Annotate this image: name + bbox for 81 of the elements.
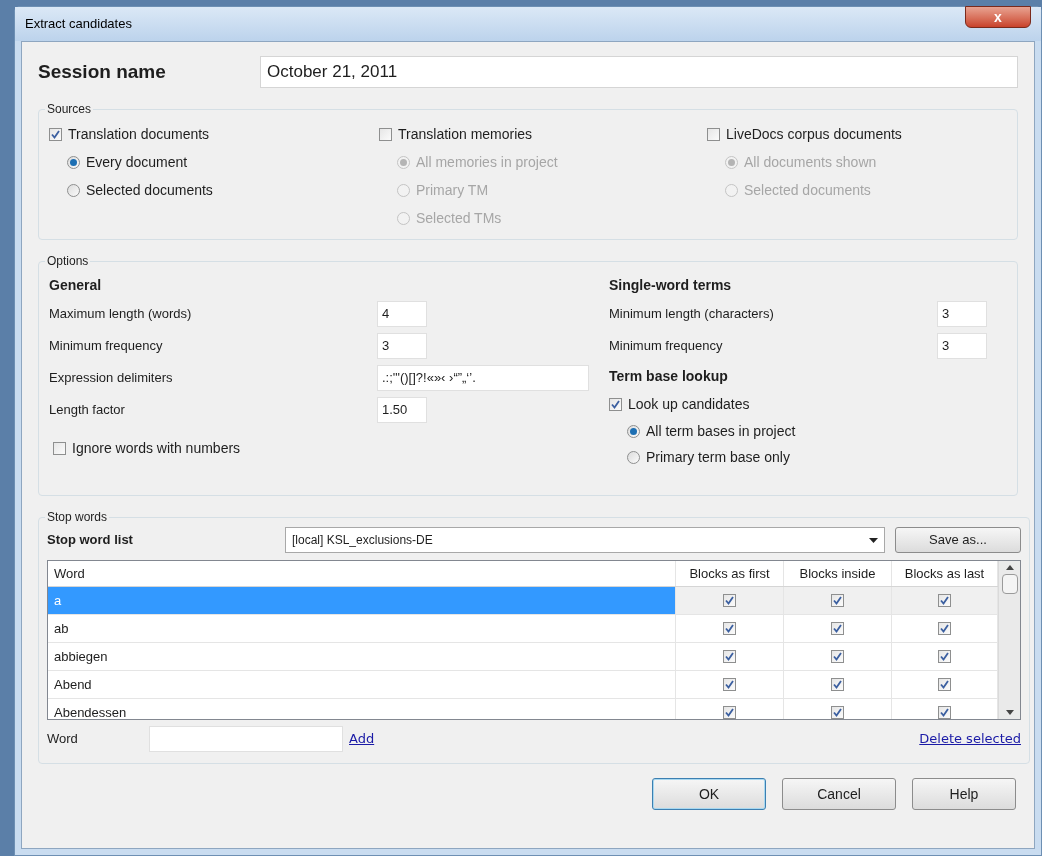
section-heading: General	[49, 275, 103, 295]
radio-button[interactable]	[67, 183, 80, 197]
stop-word-list-label: Stop word list	[47, 531, 134, 550]
caret-icon	[869, 537, 878, 543]
radio-label: Primary TM	[416, 180, 489, 200]
word-field[interactable]	[149, 726, 343, 752]
field-label: Expression delimiters	[49, 369, 174, 388]
scroll-thumb[interactable]	[1001, 574, 1018, 594]
checkbox-label: Translation memories	[398, 124, 533, 144]
table-cell: ab	[48, 615, 676, 643]
field-label: Maximum length (words)	[49, 305, 193, 324]
checkbox[interactable]	[938, 622, 951, 636]
section-heading: Term base lookup	[609, 366, 729, 386]
table-cell: Abend	[48, 671, 676, 699]
checkbox[interactable]	[49, 127, 62, 141]
delete-selected-link[interactable]: Delete selected	[919, 729, 1021, 749]
field-label: Minimum frequency	[49, 337, 164, 356]
text-field[interactable]: .:;'"()[]?!«»‹ ›“”„‘’.	[377, 365, 589, 391]
checkbox[interactable]	[831, 622, 844, 636]
table-cell: abbiegen	[48, 643, 676, 671]
radio-label: Primary term base only	[646, 447, 790, 467]
text-field[interactable]: 3	[937, 301, 987, 327]
checkbox[interactable]	[609, 397, 622, 411]
scroll-up-icon[interactable]	[1005, 565, 1014, 570]
text-field[interactable]: 1.50	[377, 397, 427, 423]
checkbox[interactable]	[831, 594, 844, 608]
dialog-button[interactable]: Help	[912, 778, 1016, 810]
radio-label: Selected TMs	[416, 208, 502, 228]
checkbox[interactable]	[938, 594, 951, 608]
scrollbar[interactable]	[998, 561, 1020, 719]
checkbox[interactable]	[938, 678, 951, 692]
radio-label: Selected documents	[86, 180, 213, 200]
group-title: Stop words	[46, 509, 109, 526]
table-row[interactable]: abbiegen	[48, 643, 998, 672]
radio-button[interactable]	[627, 424, 640, 438]
text-field[interactable]: 4	[377, 301, 427, 327]
checkbox[interactable]	[831, 706, 844, 719]
field-label: Minimum length (characters)	[609, 305, 775, 324]
column-header[interactable]: Blocks as first	[676, 561, 784, 587]
stop-word-list-dropdown[interactable]: [local] KSL_exclusions-DE	[285, 527, 885, 553]
group-title: Options	[46, 253, 90, 270]
checkbox[interactable]	[723, 678, 736, 692]
table-row[interactable]: Abend	[48, 671, 998, 700]
radio-label: All term bases in project	[646, 421, 796, 441]
radio-button[interactable]	[67, 155, 80, 169]
checkbox[interactable]	[723, 594, 736, 608]
checkbox-label: Ignore words with numbers	[72, 438, 241, 458]
radio-label: All documents shown	[744, 152, 877, 172]
session-name-label: Session name	[38, 59, 167, 84]
scroll-down-icon[interactable]	[1005, 710, 1014, 715]
radio-label: Every document	[86, 152, 188, 172]
checkbox[interactable]	[938, 650, 951, 664]
checkbox[interactable]	[723, 650, 736, 664]
checkbox-label: Translation documents	[68, 124, 210, 144]
checkbox-label: Look up candidates	[628, 394, 750, 414]
radio-button[interactable]	[627, 450, 640, 464]
checkbox[interactable]	[53, 441, 66, 455]
group-title: Sources	[46, 101, 93, 118]
checkbox-label: LiveDocs corpus documents	[726, 124, 902, 144]
save-as-button[interactable]: Save as...	[895, 527, 1021, 553]
column-header[interactable]: Word	[48, 561, 676, 587]
radio-label: Selected documents	[744, 180, 871, 200]
checkbox[interactable]	[938, 706, 951, 719]
window-title: Extract candidates	[25, 15, 132, 34]
field-label: Length factor	[49, 401, 126, 420]
dialog-button[interactable]: OK	[652, 778, 766, 810]
column-header[interactable]: Blocks inside	[784, 561, 892, 587]
section-heading: Single-word terms	[609, 275, 733, 295]
add-link[interactable]: Add	[349, 729, 375, 749]
radio-label: All memories in project	[416, 152, 558, 172]
checkbox[interactable]	[723, 622, 736, 636]
checkbox[interactable]	[831, 678, 844, 692]
field-label: Minimum frequency	[609, 337, 724, 356]
table-row[interactable]: ab	[48, 615, 998, 644]
text-field[interactable]: 3	[377, 333, 427, 359]
checkbox[interactable]	[831, 650, 844, 664]
dialog-button[interactable]: Cancel	[782, 778, 896, 810]
word-label: Word	[47, 730, 79, 749]
checkbox[interactable]	[723, 706, 736, 719]
session-name-field[interactable]: October 21, 2011	[260, 56, 1018, 88]
text-field[interactable]: 3	[937, 333, 987, 359]
